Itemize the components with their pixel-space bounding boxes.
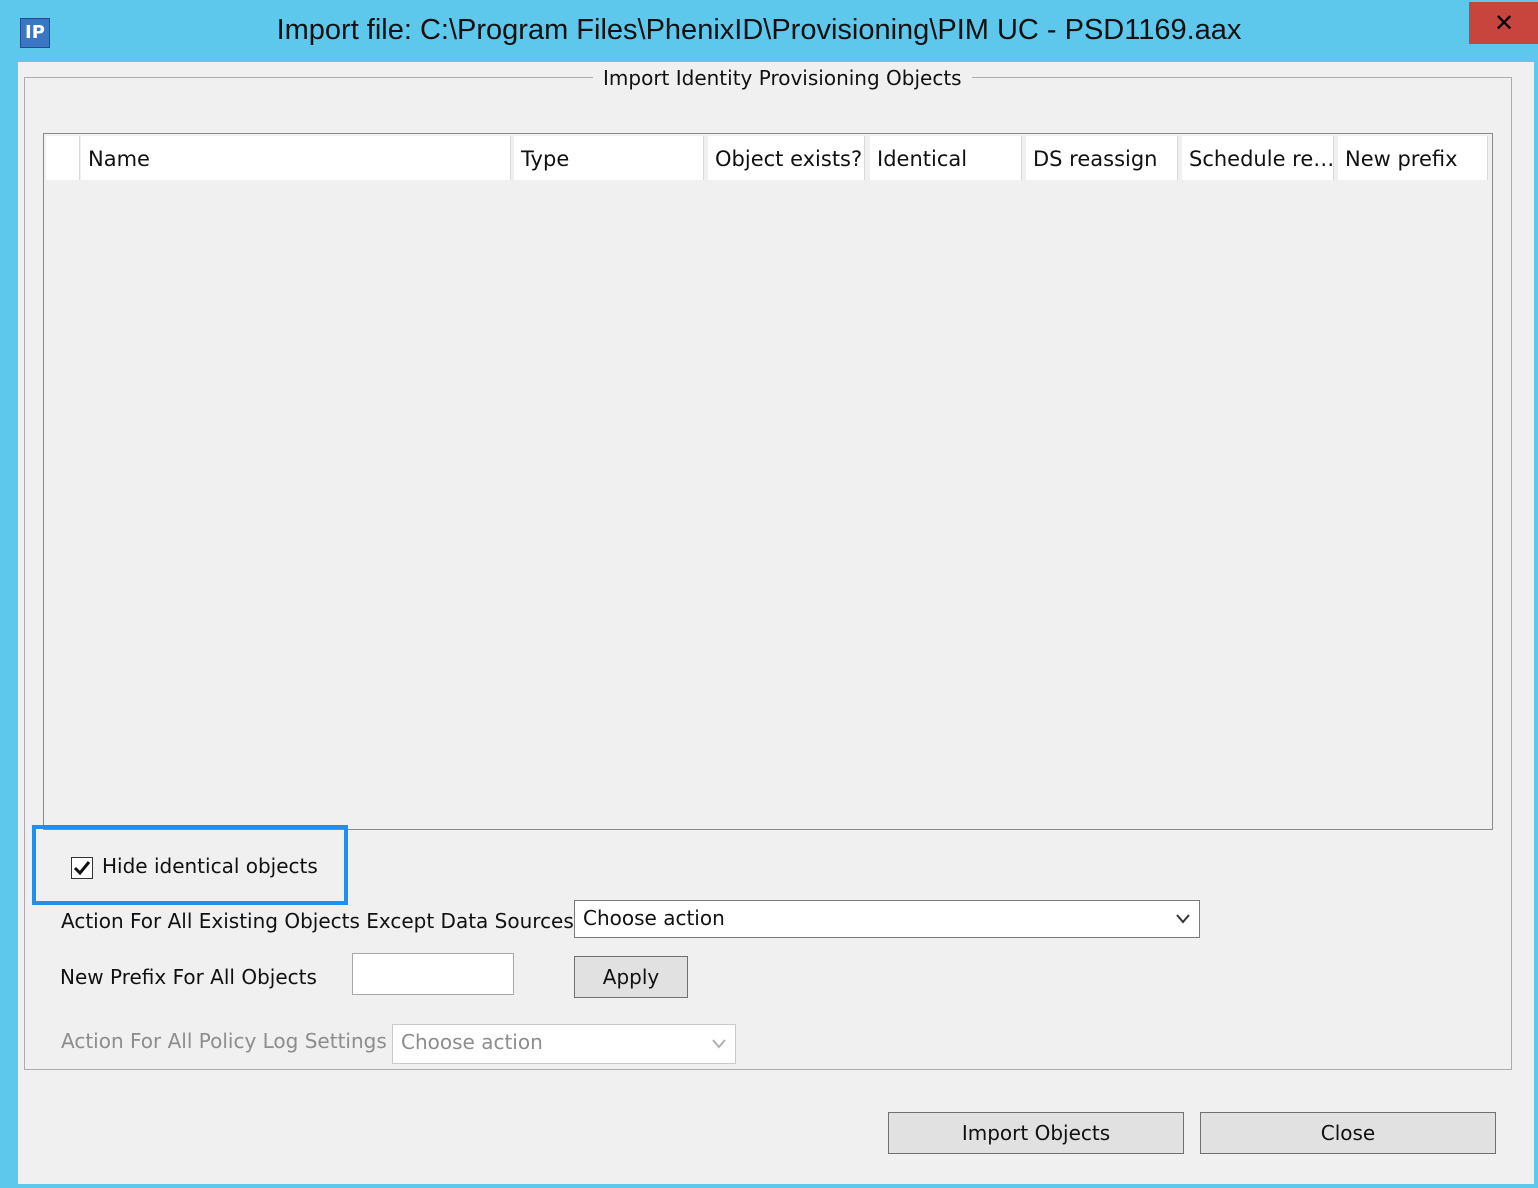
chevron-down-icon bbox=[712, 1039, 726, 1049]
app-icon: IP bbox=[20, 18, 50, 48]
import-objects-button[interactable]: Import Objects bbox=[888, 1112, 1184, 1154]
action-existing-label: Action For All Existing Objects Except D… bbox=[61, 909, 574, 933]
column-header-ds-reassign[interactable]: DS reassign bbox=[1026, 136, 1178, 180]
column-header-new-prefix[interactable]: New prefix bbox=[1338, 136, 1488, 180]
policy-log-value: Choose action bbox=[401, 1030, 543, 1054]
column-header-type[interactable]: Type bbox=[514, 136, 704, 180]
column-header-schedule[interactable]: Schedule re… bbox=[1182, 136, 1334, 180]
dialog-window: IP Import file: C:\Program Files\PhenixI… bbox=[0, 0, 1538, 1188]
apply-button[interactable]: Apply bbox=[574, 956, 688, 998]
chevron-down-icon bbox=[1176, 914, 1190, 924]
prefix-input[interactable] bbox=[352, 953, 514, 995]
close-button[interactable]: Close bbox=[1200, 1112, 1496, 1154]
hide-identical-checkbox[interactable] bbox=[71, 857, 93, 879]
dialog-client-area: Import Identity Provisioning Objects Nam… bbox=[18, 62, 1534, 1184]
column-header-object-exists[interactable]: Object exists? bbox=[708, 136, 865, 180]
title-bar[interactable]: IP Import file: C:\Program Files\PhenixI… bbox=[0, 0, 1538, 62]
policy-log-label: Action For All Policy Log Settings bbox=[61, 1029, 387, 1053]
column-header-identical[interactable]: Identical bbox=[870, 136, 1022, 180]
close-window-button[interactable]: ✕ bbox=[1469, 2, 1538, 44]
policy-log-dropdown[interactable]: Choose action bbox=[392, 1024, 736, 1064]
objects-table[interactable]: Name Type Object exists? Identical DS re… bbox=[43, 133, 1493, 830]
window-title: Import file: C:\Program Files\PhenixID\P… bbox=[276, 14, 1242, 46]
prefix-label: New Prefix For All Objects bbox=[60, 965, 317, 989]
checkmark-icon bbox=[73, 861, 91, 876]
close-icon: ✕ bbox=[1493, 9, 1515, 37]
action-existing-dropdown[interactable]: Choose action bbox=[574, 900, 1200, 938]
groupbox-title: Import Identity Provisioning Objects bbox=[593, 66, 972, 90]
action-existing-value: Choose action bbox=[583, 906, 725, 930]
column-header-name[interactable]: Name bbox=[81, 136, 511, 180]
column-header-select[interactable] bbox=[46, 136, 80, 180]
hide-identical-label: Hide identical objects bbox=[102, 854, 318, 878]
